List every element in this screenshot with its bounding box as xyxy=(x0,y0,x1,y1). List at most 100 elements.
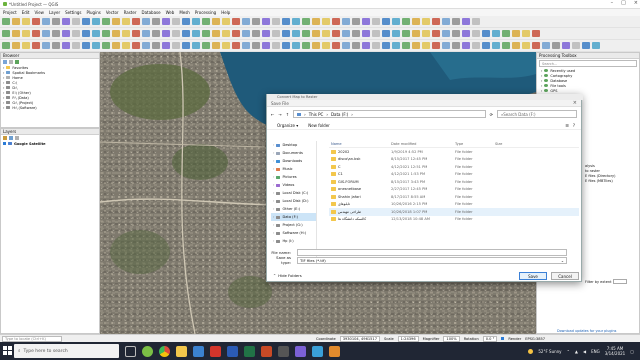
toolbar-tool-icon[interactable] xyxy=(142,42,150,49)
weather-text[interactable]: 52°F Sunny xyxy=(538,349,561,354)
toolbar-tool-icon[interactable] xyxy=(472,30,480,37)
clock[interactable]: 7:45 AM 3/14/2021 xyxy=(605,346,626,356)
toolbar-tool-icon[interactable] xyxy=(322,30,330,37)
toolbar-tool-icon[interactable] xyxy=(582,42,590,49)
toolbar-tool-icon[interactable] xyxy=(322,42,330,49)
toolbar-tool-icon[interactable] xyxy=(312,18,320,25)
language-indicator[interactable]: ENG xyxy=(591,349,600,354)
col-size-header[interactable]: Size xyxy=(495,142,525,146)
toolbar-tool-icon[interactable] xyxy=(12,42,20,49)
toolbar-tool-icon[interactable] xyxy=(222,42,230,49)
toolbar-tool-icon[interactable] xyxy=(192,30,200,37)
toolbar-tool-icon[interactable] xyxy=(392,42,400,49)
toolbar-tool-icon[interactable] xyxy=(402,30,410,37)
toolbar-tool-icon[interactable] xyxy=(312,42,320,49)
settings-icon[interactable] xyxy=(278,345,289,357)
toolbar-tool-icon[interactable] xyxy=(512,42,520,49)
new-folder-button[interactable]: New folder xyxy=(308,123,330,128)
toolbox-algorithm[interactable]: E files (MBTiles) xyxy=(585,178,615,183)
expand-arrow-icon[interactable]: › xyxy=(273,215,274,219)
layer-item[interactable]: Google Satellite xyxy=(3,141,99,146)
toolbar-tool-icon[interactable] xyxy=(22,18,30,25)
toolbar-tool-icon[interactable] xyxy=(462,30,470,37)
toolbar-tool-icon[interactable] xyxy=(82,42,90,49)
col-type-header[interactable]: Type xyxy=(455,142,495,146)
toolbar-tool-icon[interactable] xyxy=(222,30,230,37)
toolbar-tool-icon[interactable] xyxy=(482,30,490,37)
toolbar-tool-icon[interactable] xyxy=(342,42,350,49)
toolbar-tool-icon[interactable] xyxy=(2,42,10,49)
file-row[interactable]: C1 4/12/2021 1:53 PM File folder xyxy=(329,171,579,179)
expand-arrow-icon[interactable]: › xyxy=(273,159,274,163)
toolbar-tool-icon[interactable] xyxy=(332,30,340,37)
menu-processing[interactable]: Processing xyxy=(195,10,216,15)
toolbar-tool-icon[interactable] xyxy=(262,30,270,37)
visibility-icon[interactable] xyxy=(9,136,13,140)
toolbar-tool-icon[interactable] xyxy=(212,30,220,37)
toolbar-tool-icon[interactable] xyxy=(352,42,360,49)
toolbar-tool-icon[interactable] xyxy=(82,30,90,37)
toolbar-tool-icon[interactable] xyxy=(112,42,120,49)
breadcrumb-data-f[interactable]: Data (F:) xyxy=(331,112,348,117)
toolbar-tool-icon[interactable] xyxy=(372,18,380,25)
nav-item[interactable]: › Music xyxy=(271,165,316,173)
toolbar-tool-icon[interactable] xyxy=(382,30,390,37)
toolbar-tool-icon[interactable] xyxy=(282,30,290,37)
download-updates-link[interactable]: Download updates for your plugins xyxy=(557,329,616,333)
back-icon[interactable]: ← xyxy=(271,112,274,117)
toolbar-tool-icon[interactable] xyxy=(372,42,380,49)
expand-arrow-icon[interactable]: › xyxy=(541,74,542,78)
toolbar-tool-icon[interactable] xyxy=(302,30,310,37)
toolbar-tool-icon[interactable] xyxy=(272,18,280,25)
toolbar-tool-icon[interactable] xyxy=(402,18,410,25)
toolbar-tool-icon[interactable] xyxy=(232,18,240,25)
toolbar-tool-icon[interactable] xyxy=(142,18,150,25)
toolbar-tool-icon[interactable] xyxy=(492,42,500,49)
expand-arrow-icon[interactable]: › xyxy=(3,101,4,105)
expand-arrow-icon[interactable]: › xyxy=(541,69,542,73)
toolbar-tool-icon[interactable] xyxy=(442,42,450,49)
toolbar-tool-icon[interactable] xyxy=(492,30,500,37)
toolbar-tool-icon[interactable] xyxy=(112,18,120,25)
nav-item[interactable]: › Downloads xyxy=(271,157,316,165)
pdf-icon[interactable] xyxy=(210,345,221,357)
toolbar-tool-icon[interactable] xyxy=(432,18,440,25)
render-checkbox[interactable] xyxy=(501,337,505,340)
toolbar-tool-icon[interactable] xyxy=(472,42,480,49)
toolbar-tool-icon[interactable] xyxy=(272,30,280,37)
toolbar-tool-icon[interactable] xyxy=(392,30,400,37)
expand-arrow-icon[interactable]: › xyxy=(273,191,274,195)
toolbar-tool-icon[interactable] xyxy=(102,30,110,37)
toolbar-tool-icon[interactable] xyxy=(262,18,270,25)
task-view-icon[interactable] xyxy=(125,345,136,357)
file-row[interactable]: C 4/12/2021 12:51 PM File folder xyxy=(329,163,579,171)
nav-item[interactable]: › Data (F:) xyxy=(271,213,316,221)
toolbar-tool-icon[interactable] xyxy=(132,42,140,49)
menu-settings[interactable]: Settings xyxy=(65,10,81,15)
toolbar-tool-icon[interactable] xyxy=(362,30,370,37)
toolbar-tool-icon[interactable] xyxy=(52,30,60,37)
toolbar-tool-icon[interactable] xyxy=(322,18,330,25)
toolbar-tool-icon[interactable] xyxy=(132,18,140,25)
toolbar-tool-icon[interactable] xyxy=(152,42,160,49)
toolbar-tool-icon[interactable] xyxy=(2,30,10,37)
powerpoint-icon[interactable] xyxy=(261,345,272,357)
file-row[interactable]: Shahin Jafari 8/17/2017 8:55 AM File folde… xyxy=(329,193,579,201)
toolbar-tool-icon[interactable] xyxy=(442,30,450,37)
up-icon[interactable]: ↑ xyxy=(286,112,289,117)
nav-item[interactable]: › Other (E:) xyxy=(271,205,316,213)
file-row[interactable]: 20202 1/9/2019 4:52 PM File folder xyxy=(329,148,579,156)
maximize-icon[interactable]: □ xyxy=(621,0,626,6)
toolbar-tool-icon[interactable] xyxy=(282,18,290,25)
toolbar-tool-icon[interactable] xyxy=(592,42,600,49)
toolbar-tool-icon[interactable] xyxy=(92,18,100,25)
toolbar-tool-icon[interactable] xyxy=(382,42,390,49)
toolbar-tool-icon[interactable] xyxy=(62,42,70,49)
toolbar-tool-icon[interactable] xyxy=(422,42,430,49)
toolbar-tool-icon[interactable] xyxy=(152,30,160,37)
toolbar-tool-icon[interactable] xyxy=(312,30,320,37)
crs-button[interactable]: EPSG:3857 xyxy=(525,337,545,341)
toolbar-tool-icon[interactable] xyxy=(362,18,370,25)
toolbar-tool-icon[interactable] xyxy=(72,18,80,25)
toolbar-tool-icon[interactable] xyxy=(332,42,340,49)
